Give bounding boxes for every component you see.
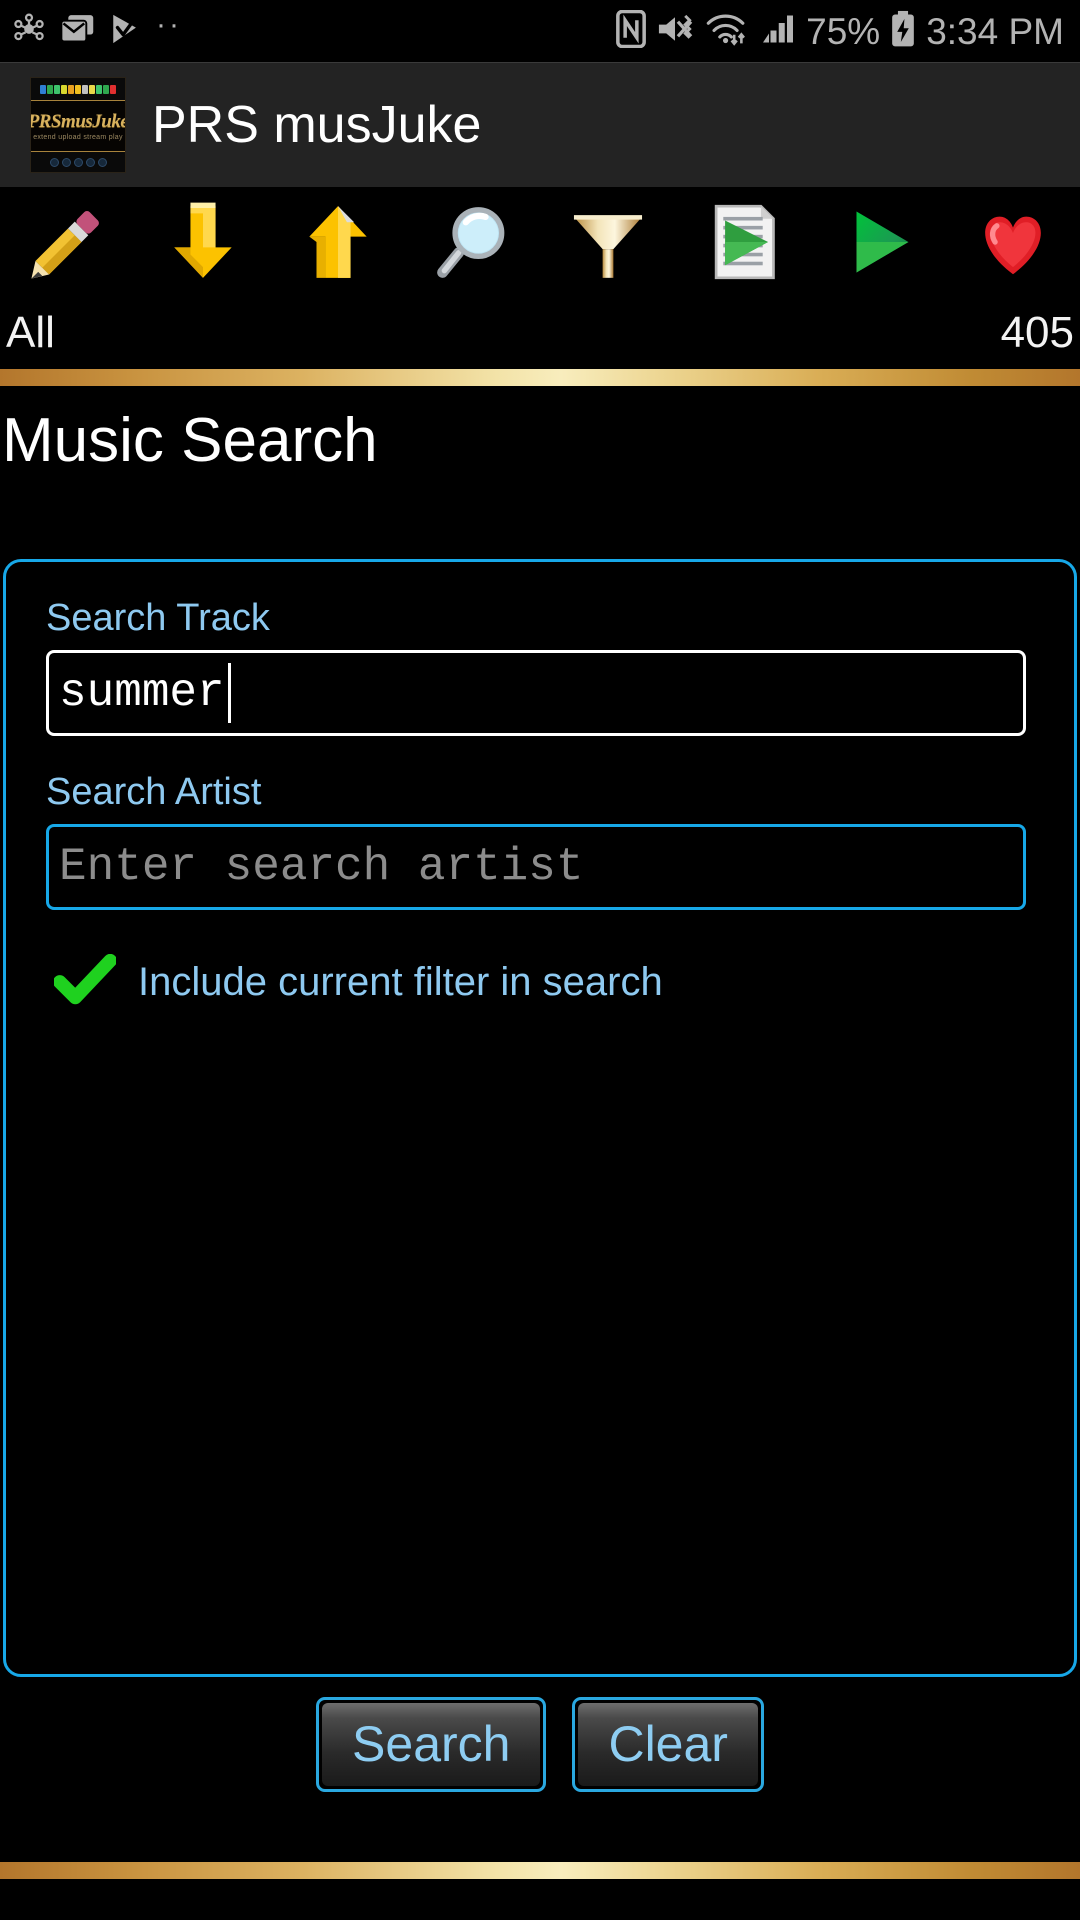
gold-divider-bottom [0,1862,1080,1879]
edit-pencil-icon[interactable] [0,187,135,297]
app-logo-icon: PRSmusJuke extend upload stream play [30,77,126,173]
status-bar-left-icons: ·· [0,8,182,51]
check-arrow-icon [110,12,142,51]
clock-label: 3:34 PM [926,10,1064,52]
search-track-value: summer [59,666,225,719]
wifi-icon [704,11,750,52]
battery-percent-label: 75% [806,10,881,52]
logo-chip-strip [31,78,125,100]
include-filter-label: Include current filter in search [138,959,663,1004]
checkmark-icon [53,953,117,1011]
search-artist-placeholder: Enter search artist [59,840,584,893]
more-dots-icon: ·· [156,8,182,41]
nfc-icon [616,9,647,53]
logo-control-strip [31,152,125,172]
email-icon [60,12,96,51]
form-action-buttons: Search Clear [0,1697,1080,1792]
clear-button-label: Clear [578,1703,758,1786]
page-title: Music Search [2,406,378,475]
include-filter-checkbox[interactable]: Include current filter in search [6,953,1074,1011]
playlist-icon[interactable] [675,187,810,297]
search-artist-group: Search Artist Enter search artist [6,770,1074,910]
app-bar: PRSmusJuke extend upload stream play PRS… [0,62,1080,187]
clear-button[interactable]: Clear [572,1697,764,1792]
battery-charging-icon [890,10,916,53]
toolbar [0,187,1080,297]
upload-arrow-icon[interactable] [270,187,405,297]
text-cursor [227,662,231,723]
search-track-input[interactable]: summer [46,649,1026,736]
search-artist-label: Search Artist [46,770,262,813]
track-count-label: 405 [1000,308,1074,357]
current-filter-label: All [6,308,55,357]
download-arrow-icon[interactable] [135,187,270,297]
gold-divider-top [0,369,1080,386]
search-form-panel: Search Track summer Search Artist Enter … [3,559,1077,1677]
search-magnifier-icon[interactable] [405,187,540,297]
filter-status-bar: All 405 [0,297,1080,369]
logo-tagline: extend upload stream play [33,133,123,141]
play-icon[interactable] [810,187,945,297]
hub-icon [12,12,46,51]
app-title: PRS musJuke [152,96,482,154]
logo-wordmark: PRSmusJuke [30,110,126,132]
filter-funnel-icon[interactable] [540,187,675,297]
favourite-heart-icon[interactable] [945,187,1080,297]
search-button[interactable]: Search [316,1697,547,1792]
mute-vibrate-icon [656,11,694,52]
signal-bars-icon [760,12,796,51]
search-button-label: Search [322,1703,541,1786]
search-track-group: Search Track summer [6,597,1074,736]
search-artist-input[interactable]: Enter search artist [46,823,1026,910]
status-bar: ·· 75% 3:34 PM [0,0,1080,62]
search-track-label: Search Track [46,597,270,639]
app-screen: ·· 75% 3:34 PM PRSmusJuke extend upload … [0,0,1080,1920]
status-bar-right-icons: 75% 3:34 PM [616,9,1080,53]
